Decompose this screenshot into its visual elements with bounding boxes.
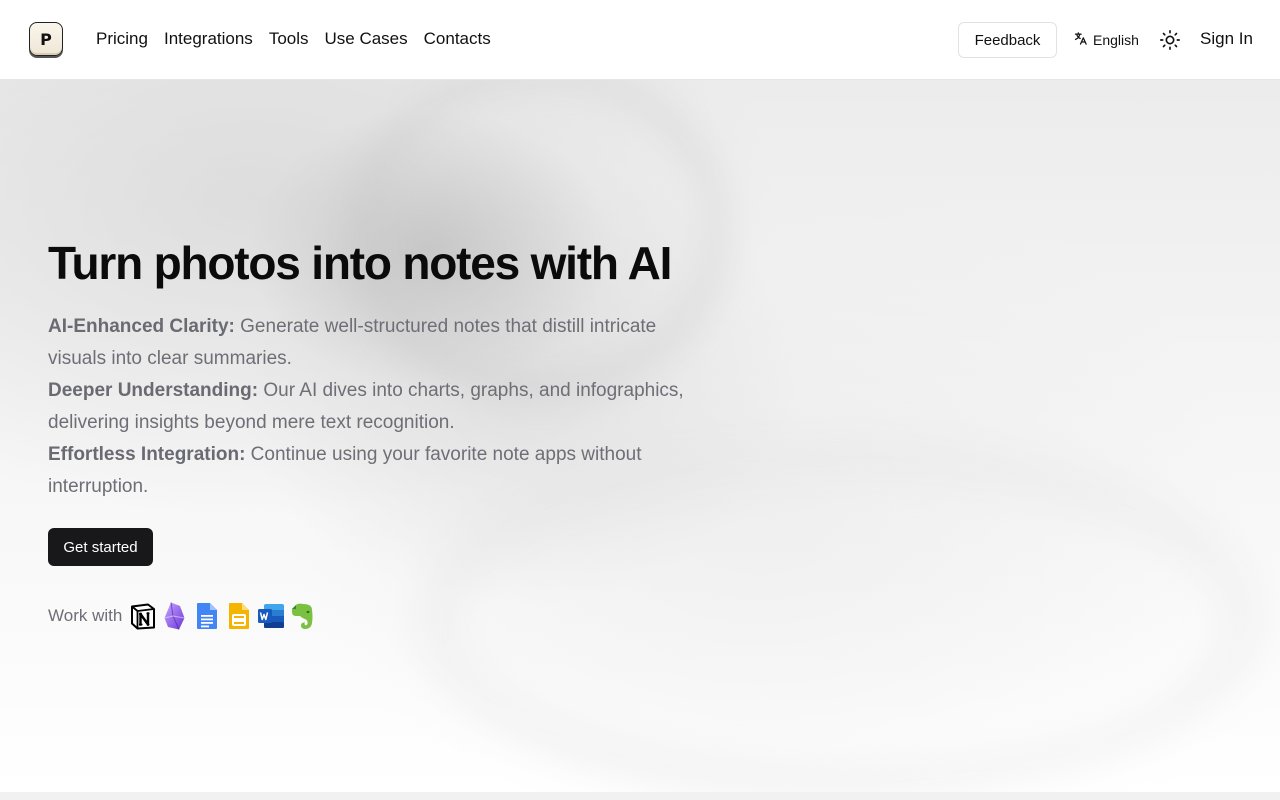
feature-heading: Deeper Understanding: bbox=[48, 380, 259, 401]
feature-item: Effortless Integration: Continue using y… bbox=[48, 439, 698, 503]
work-with-row: Work with bbox=[48, 600, 317, 632]
nav-integrations-link[interactable]: Integrations bbox=[164, 29, 253, 49]
nav-pricing-link[interactable]: Pricing bbox=[96, 29, 148, 49]
work-with-label: Work with bbox=[48, 606, 123, 625]
microsoft-word-icon bbox=[257, 601, 285, 631]
logo-icon[interactable]: P bbox=[29, 22, 63, 56]
evernote-icon bbox=[289, 601, 317, 631]
top-nav-bar: P Pricing Integrations Tools Use Cases C… bbox=[0, 0, 1280, 80]
language-label: English bbox=[1093, 32, 1139, 48]
feature-list: AI-Enhanced Clarity: Generate well-struc… bbox=[48, 311, 698, 503]
nav-tools-link[interactable]: Tools bbox=[269, 29, 309, 49]
feature-heading: AI-Enhanced Clarity: bbox=[48, 316, 235, 337]
sun-icon[interactable] bbox=[1159, 29, 1181, 51]
feedback-button[interactable]: Feedback bbox=[958, 22, 1057, 58]
feature-heading: Effortless Integration: bbox=[48, 444, 246, 465]
nav-use-cases-link[interactable]: Use Cases bbox=[325, 29, 408, 49]
hero-section: Turn photos into notes with AI AI-Enhanc… bbox=[0, 80, 1280, 792]
google-slides-icon bbox=[225, 601, 253, 631]
footer-strip bbox=[0, 792, 1280, 800]
hero-title: Turn photos into notes with AI bbox=[48, 237, 672, 289]
nav-contacts-link[interactable]: Contacts bbox=[424, 29, 491, 49]
main-nav: Pricing Integrations Tools Use Cases Con… bbox=[96, 29, 491, 49]
sign-in-link[interactable]: Sign In bbox=[1200, 29, 1253, 49]
feature-item: AI-Enhanced Clarity: Generate well-struc… bbox=[48, 311, 698, 375]
obsidian-icon bbox=[161, 601, 189, 631]
google-docs-icon bbox=[193, 601, 221, 631]
language-selector[interactable]: English bbox=[1073, 30, 1139, 50]
feature-item: Deeper Understanding: Our AI dives into … bbox=[48, 375, 698, 439]
notion-icon bbox=[129, 601, 157, 631]
get-started-button[interactable]: Get started bbox=[48, 528, 153, 566]
translate-icon bbox=[1073, 31, 1088, 49]
app-icon-list bbox=[129, 601, 317, 631]
